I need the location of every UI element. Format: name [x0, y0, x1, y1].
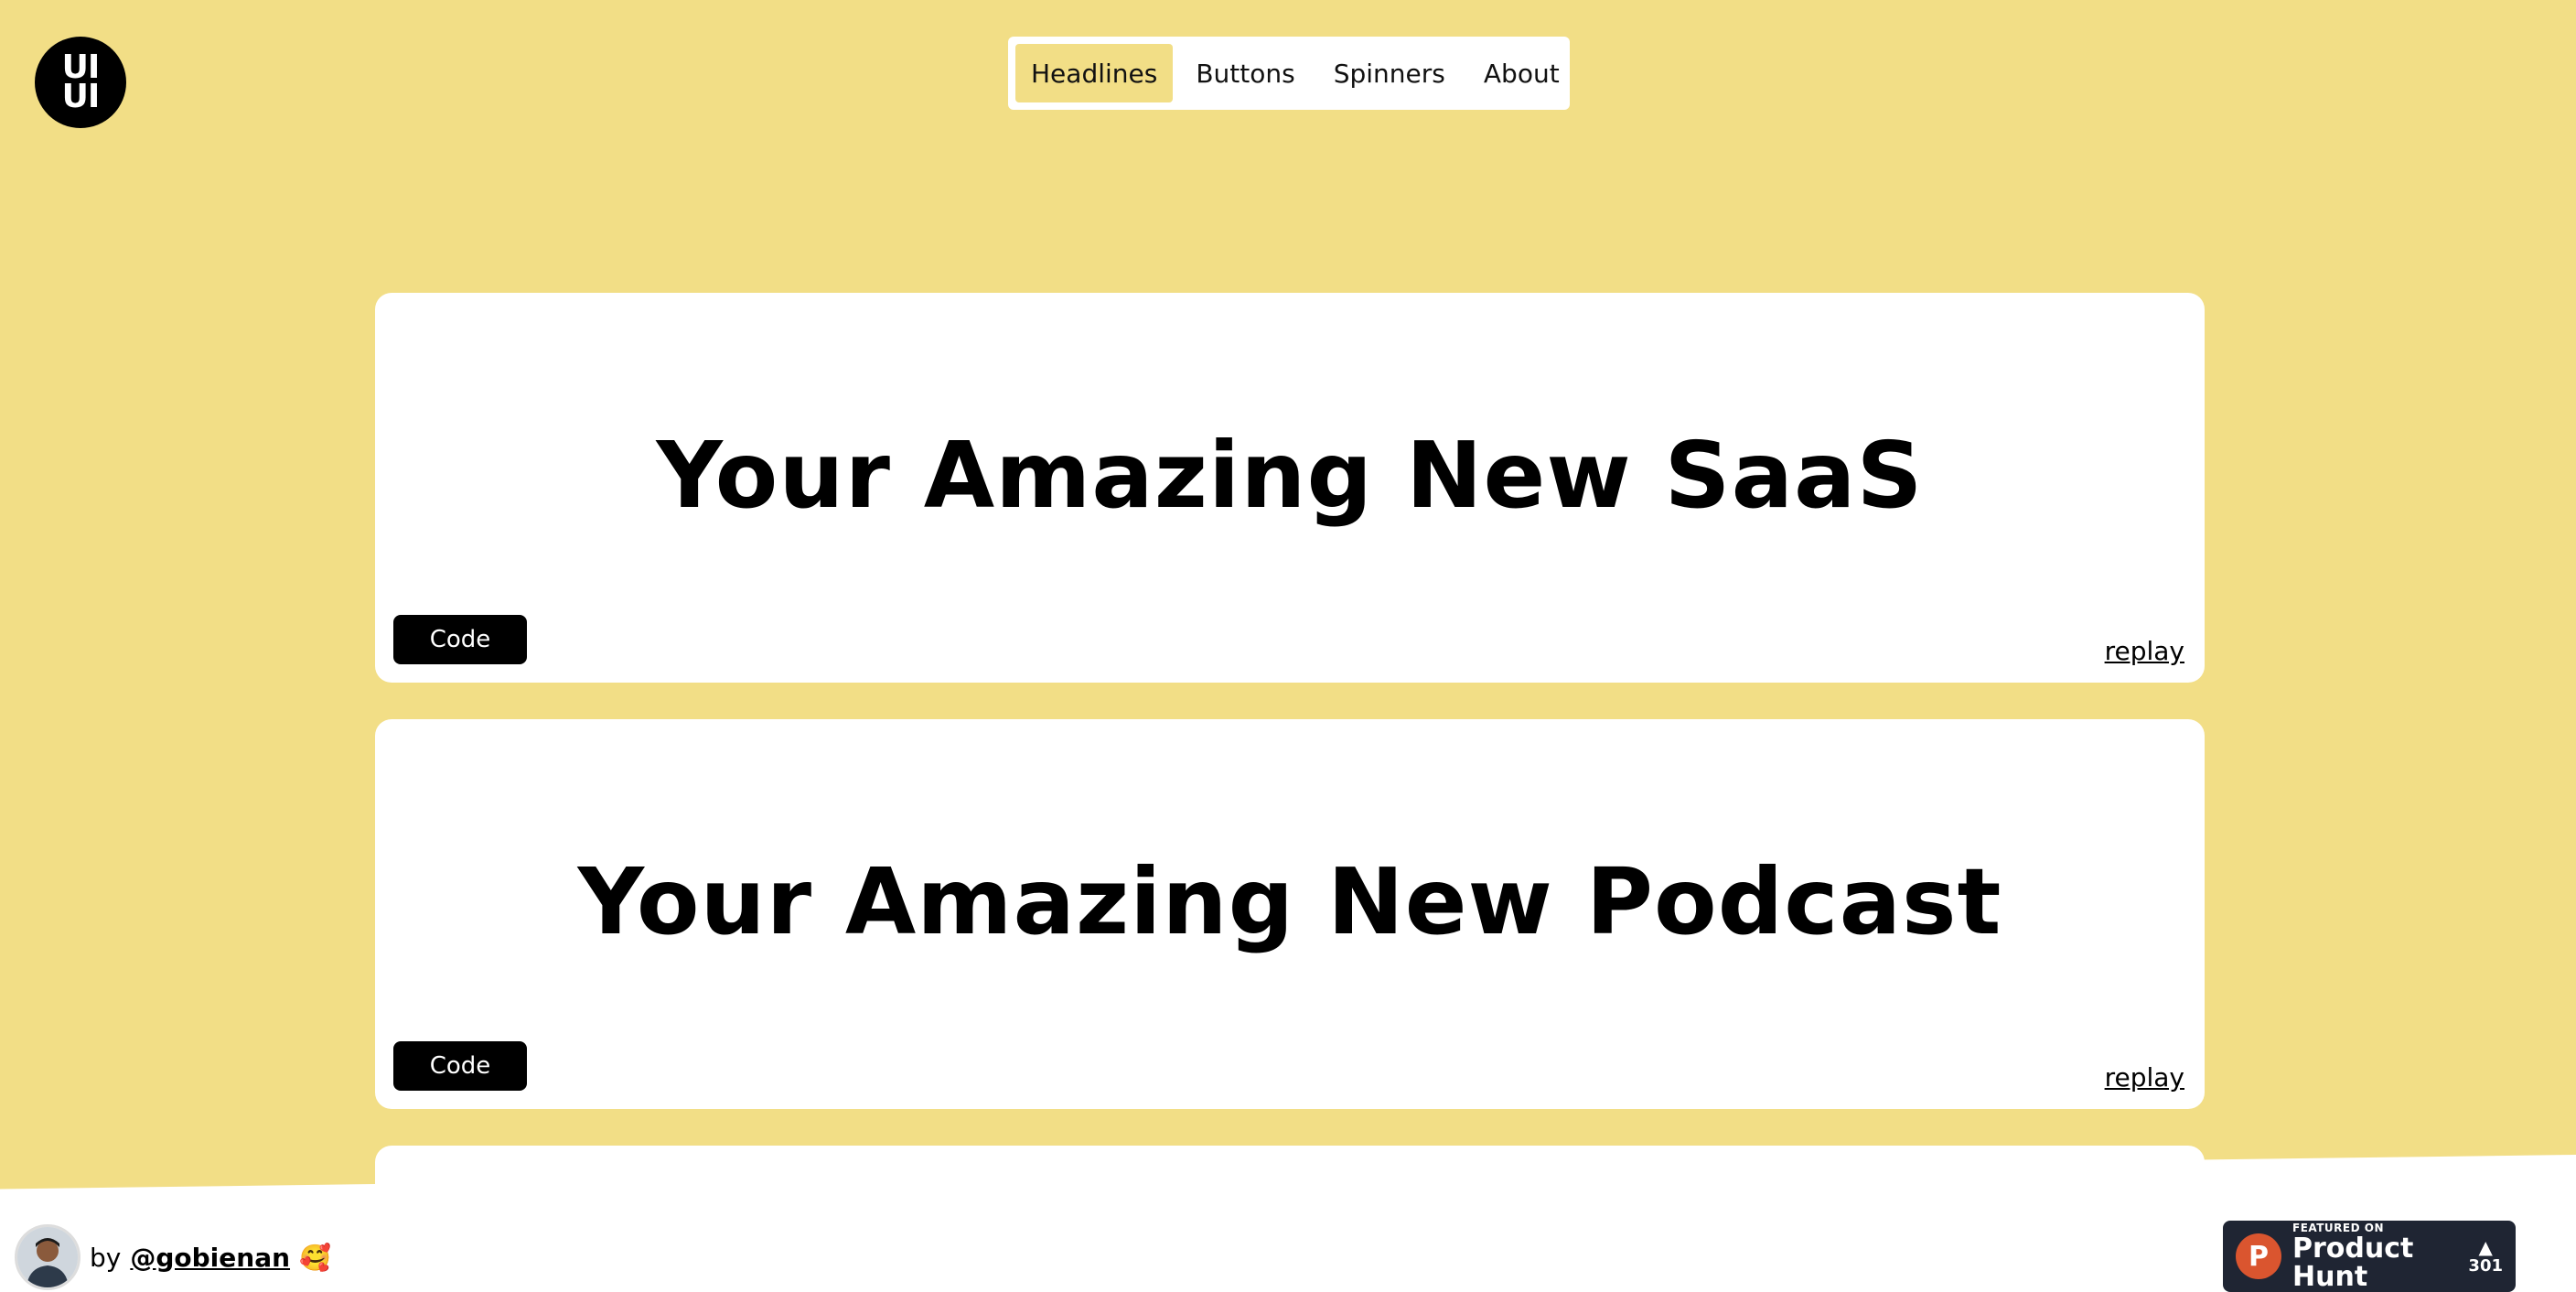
product-hunt-logo-icon: P [2236, 1233, 2281, 1279]
headline-card: Your Amazing New Podcast Code replay [375, 719, 2205, 1109]
author-credit: by @gobienan 🥰 [15, 1224, 331, 1290]
site-logo[interactable]: UI UI [35, 37, 126, 128]
code-button[interactable]: Code [393, 615, 527, 664]
nav-item-buttons[interactable]: Buttons [1180, 44, 1310, 102]
replay-link[interactable]: replay [2105, 1062, 2184, 1093]
by-text: by [90, 1242, 122, 1273]
avatar-person-icon [17, 1227, 78, 1287]
headline-card: Your Amazing New SaaS Code replay [375, 293, 2205, 683]
logo-line-2: UI [61, 78, 101, 115]
code-button[interactable]: Code [393, 1041, 527, 1091]
replay-link[interactable]: replay [2105, 636, 2184, 666]
upvote-arrow-icon: ▲ [2478, 1235, 2493, 1258]
top-nav: Headlines Buttons Spinners About [1008, 37, 1570, 110]
ph-count-value: 301 [2468, 1255, 2503, 1276]
nav-item-headlines[interactable]: Headlines [1015, 44, 1174, 102]
author-handle-link[interactable]: @gobienan [130, 1243, 290, 1273]
nav-item-about[interactable]: About [1468, 44, 1575, 102]
avatar[interactable] [15, 1224, 80, 1290]
product-hunt-badge[interactable]: P FEATURED ON Product Hunt ▲ 301 [2223, 1221, 2516, 1292]
ph-upvote-count: ▲ 301 [2468, 1238, 2503, 1276]
ph-name: Product Hunt [2292, 1232, 2414, 1292]
headline-text: Your Amazing New Podcast [577, 848, 2002, 955]
emoji: 🥰 [299, 1242, 331, 1273]
headline-text: Your Amazing New SaaS [656, 422, 1924, 529]
nav-item-spinners[interactable]: Spinners [1318, 44, 1461, 102]
